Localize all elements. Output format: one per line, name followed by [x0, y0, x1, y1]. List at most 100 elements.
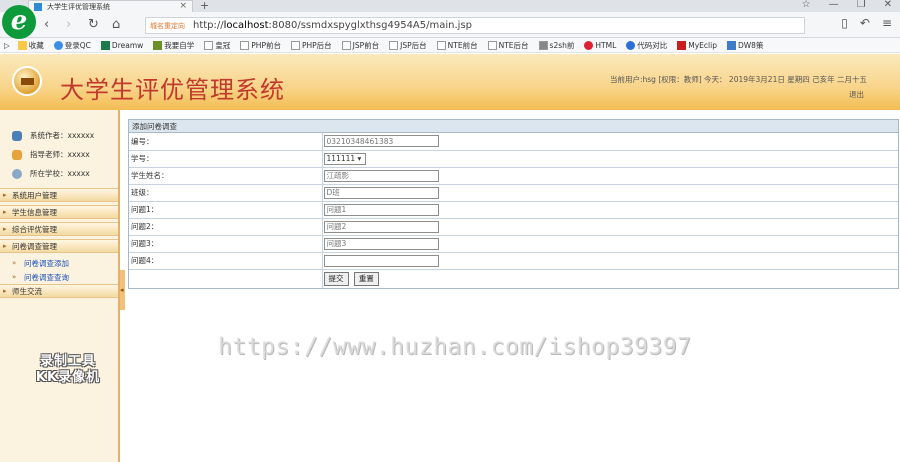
info-teacher: 指导老师：xxxxx — [0, 145, 118, 164]
bookmark-6[interactable]: PHP后台 — [290, 40, 332, 51]
form-row-actions: 提交 重置 — [129, 269, 898, 288]
bookmark-12[interactable]: HTML — [584, 40, 616, 50]
globe-icon — [53, 40, 63, 50]
reload-icon[interactable]: ↻ — [88, 17, 99, 32]
bookmark-8[interactable]: JSP后台 — [389, 40, 427, 51]
form-row-student-no: 学号： 111111 ▾ — [129, 150, 898, 168]
label-question2: 问题2： — [129, 218, 323, 236]
url-path: :8080/ssmdxspyglxthsg4954A5/main.jsp — [268, 20, 473, 31]
form-heading: 添加问卷调查 — [129, 120, 898, 133]
close-window-icon[interactable]: ✕ — [884, 0, 892, 10]
bookmark-11[interactable]: s2sh前 — [538, 40, 574, 51]
recorder-logo: 录制工具 KK录像机 — [35, 354, 101, 385]
bookmark-7[interactable]: JSP前台 — [341, 40, 379, 51]
bookmark-14[interactable]: MyEclip — [677, 40, 717, 50]
page-icon — [487, 40, 497, 50]
form-row-question3: 问题3： — [129, 235, 898, 253]
id-input[interactable] — [323, 135, 439, 148]
menu-user-management[interactable]: 系统用户管理 — [0, 188, 118, 202]
menu-icon[interactable]: ≡ — [882, 16, 892, 30]
forward-icon[interactable]: › — [66, 17, 71, 32]
bookmarks-bar: ▷ 收藏 登录QC Dreamw 我要自学 皇冠 PHP前台 PHP后台 JSP… — [0, 38, 900, 53]
school-icon — [12, 168, 22, 179]
submenu-survey-query[interactable]: 问卷调查查询 — [0, 270, 118, 284]
teacher-icon — [12, 149, 22, 160]
back-icon[interactable]: ‹ — [44, 17, 49, 32]
question4-input[interactable] — [323, 254, 439, 267]
reset-button[interactable]: 重置 — [353, 271, 379, 286]
url-prefix: http:// — [193, 20, 224, 31]
label-question3: 问题3： — [129, 235, 323, 253]
student-name-input[interactable] — [323, 169, 439, 182]
page-favicon-icon — [34, 3, 42, 11]
image-icon — [538, 40, 548, 50]
sidebar-info: 系统作者：xxxxxx 指导老师：xxxxx 所在学校：xxxxx — [0, 110, 118, 188]
label-student-name: 学生姓名： — [129, 167, 323, 185]
bookmark-0[interactable]: 收藏 — [17, 40, 44, 51]
sidebar-toggle-icon[interactable]: ▷ — [4, 41, 10, 50]
bookmark-15[interactable]: DW8策 — [726, 40, 763, 51]
survey-form: 添加问卷调查 编号： 学号： 111111 ▾ 学生姓名： 班级： 问题1： 问… — [128, 119, 899, 289]
student-no-select[interactable]: 111111 ▾ — [323, 152, 366, 165]
bookmark-5[interactable]: PHP前台 — [240, 40, 281, 51]
chevron-down-icon: ▾ — [357, 153, 362, 163]
logout-link[interactable]: 退出 — [849, 89, 864, 100]
url-input[interactable]: 城名重定向 http:// localhost :8080/ssmdxspygl… — [145, 17, 805, 34]
window-menu-icon[interactable]: ☆ — [802, 0, 811, 10]
question1-input[interactable] — [323, 203, 439, 216]
page-icon — [290, 40, 300, 50]
dw-icon — [726, 40, 736, 50]
browser-tab[interactable]: 大学生评优管理系统 × — [28, 0, 193, 12]
book-icon — [153, 40, 163, 50]
window-controls: ☆ — ❐ ✕ — [802, 0, 892, 10]
page-icon — [204, 40, 214, 50]
menu-survey-management[interactable]: 问卷调查管理 — [0, 239, 118, 253]
app-logo-icon — [12, 66, 42, 96]
label-class: 班级： — [129, 184, 323, 202]
class-input[interactable] — [323, 186, 439, 199]
app-title: 大学生评优管理系统 — [60, 76, 285, 104]
bookmark-10[interactable]: NTE后台 — [487, 40, 529, 51]
question2-input[interactable] — [323, 220, 439, 233]
form-row-student-name: 学生姓名： — [129, 167, 898, 185]
home-icon[interactable]: ⌂ — [112, 17, 120, 32]
browser-tab-bar: 大学生评优管理系统 × + ☆ — ❐ ✕ — [0, 0, 900, 12]
maximize-icon[interactable]: ❐ — [857, 0, 866, 10]
star-icon — [17, 40, 27, 50]
myeclipse-icon — [677, 40, 687, 50]
submenu-survey-add[interactable]: 问卷调查添加 — [0, 256, 118, 270]
page-icon — [389, 40, 399, 50]
menu-evaluation-management[interactable]: 综合评优管理 — [0, 222, 118, 236]
reading-mode-icon[interactable]: ▯ — [841, 16, 848, 30]
bookmark-1[interactable]: 登录QC — [53, 40, 91, 51]
browser-logo-icon: e — [2, 5, 36, 39]
app-header: 大学生评优管理系统 当前用户:hsg [权限：教师] 今天： 2019年3月21… — [0, 54, 900, 110]
label-question4: 问题4： — [129, 252, 323, 270]
bookmark-3[interactable]: 我要自学 — [153, 40, 194, 51]
form-row-class: 班级： — [129, 184, 898, 202]
menu-student-management[interactable]: 学生信息管理 — [0, 205, 118, 219]
minimize-icon[interactable]: — — [829, 0, 839, 10]
watermark-text: https://www.huzhan.com/ishop39397 — [218, 334, 692, 360]
form-row-id: 编号： — [129, 133, 898, 151]
new-tab-icon[interactable]: + — [200, 0, 209, 12]
compare-icon — [626, 40, 636, 50]
author-icon — [12, 130, 22, 141]
menu-teacher-student-exchange[interactable]: 师生交流 — [0, 284, 118, 298]
info-school: 所在学校：xxxxx — [0, 164, 118, 183]
submit-button[interactable]: 提交 — [323, 271, 349, 286]
bookmark-4[interactable]: 皇冠 — [204, 40, 230, 51]
undo-icon[interactable]: ↶ — [860, 16, 870, 30]
tab-close-icon[interactable]: × — [179, 1, 187, 11]
bookmark-2[interactable]: Dreamw — [100, 40, 143, 50]
question3-input[interactable] — [323, 237, 439, 250]
info-author: 系统作者：xxxxxx — [0, 126, 118, 145]
address-bar: ‹ › ↻ ⌂ 城名重定向 http:// localhost :8080/ss… — [0, 12, 900, 38]
form-table: 编号： 学号： 111111 ▾ 学生姓名： 班级： 问题1： 问题2： 问题3… — [129, 133, 898, 288]
bookmark-13[interactable]: 代码对比 — [626, 40, 667, 51]
bookmark-9[interactable]: NTE前台 — [436, 40, 478, 51]
sidebar-collapse-icon[interactable]: ◂ — [120, 270, 125, 310]
page-icon — [436, 40, 446, 50]
page-icon — [240, 40, 250, 50]
html-icon — [584, 40, 594, 50]
